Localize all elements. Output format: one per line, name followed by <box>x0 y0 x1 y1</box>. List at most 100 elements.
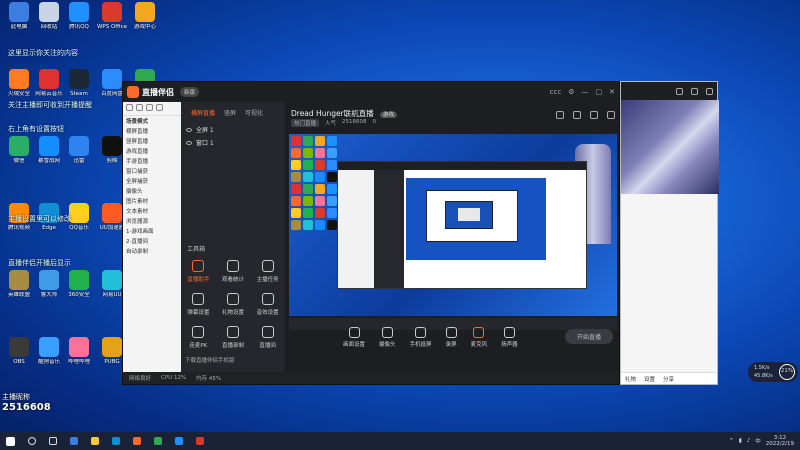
control-button[interactable]: 手机投屏 <box>410 327 432 348</box>
tab-0[interactable]: 横屏直播 <box>191 108 215 117</box>
footer-item[interactable]: 分享 <box>663 375 674 383</box>
more-icon[interactable] <box>607 111 615 119</box>
desktop-icon[interactable]: Steam <box>62 69 96 97</box>
source-item[interactable]: 手游直播 <box>123 156 181 166</box>
desktop-icon[interactable]: 微信 <box>2 136 36 164</box>
network-speed-widget[interactable]: 1.5K/s 45.8K/s 21% <box>748 362 798 382</box>
minimize-icon[interactable]: — <box>582 88 589 96</box>
delete-icon[interactable] <box>136 104 143 111</box>
clock[interactable]: 3:12 2022/2/19 <box>766 435 794 447</box>
source-item[interactable]: 游戏直播 <box>123 146 181 156</box>
start-icon[interactable] <box>6 436 15 446</box>
desktop-icon[interactable]: 360安全 <box>62 270 96 298</box>
source-item[interactable]: 窗口捕获 <box>123 166 181 176</box>
ime-icon[interactable]: 中 <box>755 437 761 445</box>
control-button[interactable]: 画面设置 <box>343 327 365 348</box>
eye-icon[interactable] <box>186 140 192 145</box>
source-item[interactable]: 摄像头 <box>123 186 181 196</box>
close-icon[interactable]: ✕ <box>609 88 615 96</box>
tab-2[interactable]: 可视化 <box>245 108 263 117</box>
settings-icon[interactable]: ⚙ <box>568 88 574 96</box>
control-label: 麦克风 <box>470 342 488 348</box>
tool-button[interactable]: 直播间 <box>250 326 285 349</box>
source-item[interactable]: 浏览器源 <box>123 216 181 226</box>
scene-item[interactable]: 全屏 1 <box>181 123 285 136</box>
desktop-icon[interactable]: OBS <box>2 337 36 365</box>
tool-button[interactable]: 连麦PK <box>181 326 216 349</box>
control-button[interactable]: 录屏 <box>445 327 457 348</box>
stream-meta-item: 2516608 <box>342 119 367 125</box>
source-item[interactable]: 全屏捕获 <box>123 176 181 186</box>
desktop-icon-label: 微信 <box>13 158 25 164</box>
preview-tile <box>327 172 337 182</box>
taskbar-app-icon[interactable] <box>112 437 120 445</box>
user-avatar[interactable]: ccc <box>550 88 562 96</box>
preview-tile <box>303 160 313 170</box>
source-item[interactable]: 1-游戏画面 <box>123 226 181 236</box>
desktop-icon[interactable]: 回收站 <box>32 2 66 30</box>
source-item[interactable]: 横屏直播 <box>123 126 181 136</box>
stream-title[interactable]: Dread Hunger联机直播 游戏 <box>291 108 398 119</box>
footer-item[interactable]: 礼物 <box>625 375 636 383</box>
volume-icon[interactable]: ♪ <box>747 438 751 444</box>
control-button[interactable]: 麦克风 <box>470 327 488 348</box>
share-icon[interactable] <box>590 111 598 119</box>
scene-item[interactable]: 窗口 1 <box>181 136 285 149</box>
tab-1[interactable]: 竖屏 <box>224 108 236 117</box>
tool-button[interactable]: 主播任务 <box>250 260 285 283</box>
taskbar-app-icon[interactable] <box>196 437 204 445</box>
tool-button[interactable]: 音效设置 <box>250 293 285 316</box>
desktop-icon[interactable]: 哔哩哔哩 <box>62 337 96 365</box>
desktop-icon[interactable]: 酷狗音乐 <box>32 337 66 365</box>
gamepad-icon[interactable] <box>676 87 683 95</box>
tool-button[interactable]: 礼物设置 <box>216 293 251 316</box>
lock-icon[interactable] <box>573 111 581 119</box>
tool-button[interactable]: 观看统计 <box>216 260 251 283</box>
maximize-icon[interactable]: □ <box>596 88 603 96</box>
desktop-icon[interactable]: 鲁大师 <box>32 270 66 298</box>
desktop-icon[interactable]: WPS Office <box>95 2 129 30</box>
version-badge[interactable]: 新版 <box>180 87 200 97</box>
search-icon[interactable] <box>28 437 36 445</box>
layout-icon[interactable] <box>556 111 564 119</box>
status-footer[interactable]: 下载直播伴侣手机版 <box>185 356 235 364</box>
eye-icon[interactable] <box>186 127 192 132</box>
source-item[interactable]: 竖屏直播 <box>123 136 181 146</box>
taskbar-app-icon[interactable] <box>175 437 183 445</box>
source-item[interactable]: 图片素材 <box>123 196 181 206</box>
down-icon[interactable] <box>156 104 163 111</box>
control-button[interactable]: 摄像头 <box>379 327 396 348</box>
desktop-icon[interactable]: 此电脑 <box>2 2 36 30</box>
control-icon <box>415 327 427 338</box>
chevron-up-icon[interactable]: ^ <box>729 438 734 444</box>
stream-preview[interactable] <box>289 134 617 316</box>
source-item[interactable]: 文本素材 <box>123 206 181 216</box>
desktop-icon[interactable]: 游戏中心 <box>128 2 162 30</box>
desktop-icon[interactable]: 英雄联盟 <box>2 270 36 298</box>
close-icon[interactable] <box>706 87 713 95</box>
tool-button[interactable]: 弹幕设置 <box>181 293 216 316</box>
tool-button[interactable]: 直播助手 <box>181 260 216 283</box>
taskbar-app-icon[interactable] <box>70 437 78 445</box>
taskbar-app-icon[interactable] <box>133 437 141 445</box>
desktop-icon[interactable]: 腾讯QQ <box>62 2 96 30</box>
footer-item[interactable]: 设置 <box>644 375 655 383</box>
taskbar-app-icon[interactable] <box>91 437 99 445</box>
status-item: 内存 45% <box>196 376 222 382</box>
minimize-icon[interactable] <box>691 87 698 95</box>
up-icon[interactable] <box>146 104 153 111</box>
desktop-icon[interactable]: 火绒安全 <box>2 69 36 97</box>
network-icon[interactable]: ▮ <box>739 438 742 444</box>
source-item[interactable]: 2-直播间 <box>123 236 181 246</box>
desktop-icon-label: QQ音乐 <box>69 225 89 231</box>
add-icon[interactable] <box>126 104 133 111</box>
taskbar-app-icon[interactable] <box>154 437 162 445</box>
source-item[interactable]: 自动录制 <box>123 246 181 256</box>
desktop-icon[interactable]: 暴雪战网 <box>32 136 66 164</box>
control-button[interactable]: 扬声器 <box>501 327 518 348</box>
start-live-button[interactable]: 开始直播 <box>564 329 613 344</box>
tool-button[interactable]: 直播录制 <box>216 326 251 349</box>
desktop-icon[interactable]: 迅雷 <box>62 136 96 164</box>
desktop-icon[interactable]: 网易云音乐 <box>32 69 66 97</box>
task-view-icon[interactable] <box>49 437 57 445</box>
